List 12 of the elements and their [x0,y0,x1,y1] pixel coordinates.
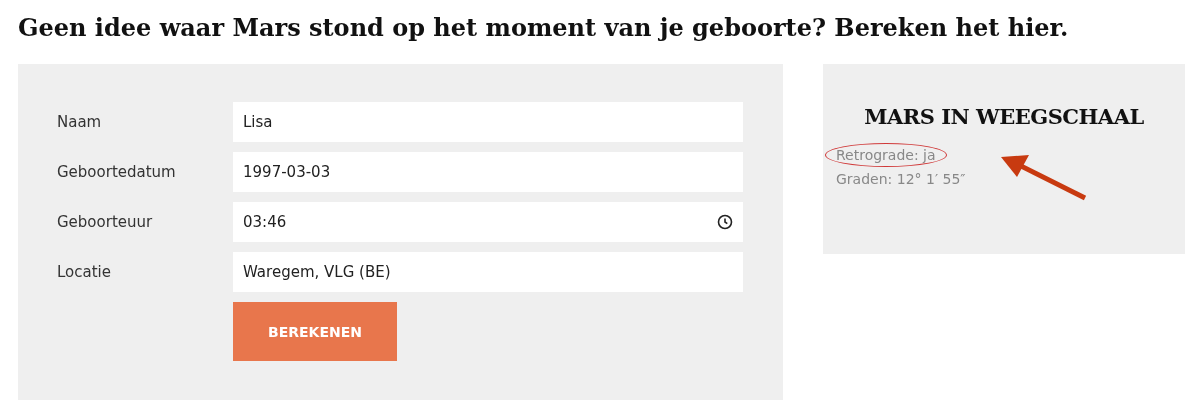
field-label: Geboorteuur [57,213,154,231]
field-label: Geboortedatum [57,163,177,181]
page-heading: Geen idee waar Mars stond op het moment van je geboorte? Bereken het hier. [18,12,1070,44]
input-field[interactable]: Lisa [233,102,743,142]
clock-icon[interactable] [717,214,733,230]
field-label: Naam [57,113,103,131]
field-label: Locatie [57,263,112,281]
input-field[interactable]: Waregem, VLG (BE) [233,252,743,292]
result-line: Graden: 12° 1′ 55″ [835,170,967,189]
input-field[interactable]: 1997-03-03 [233,152,743,192]
result-title: MARS IN WEEGSCHAAL [863,104,1145,129]
input-field[interactable]: 03:46 [233,202,743,242]
